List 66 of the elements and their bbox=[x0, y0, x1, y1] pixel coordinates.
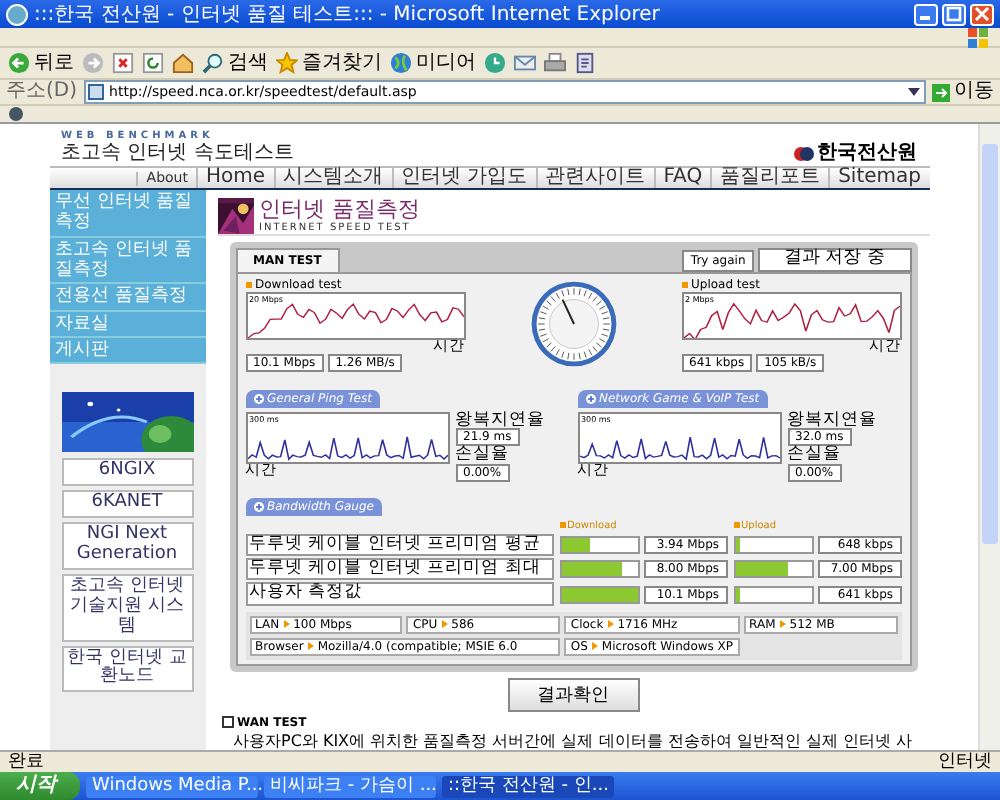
taskbar-button[interactable]: 비씨파크 - 가슴이 ... bbox=[264, 775, 436, 797]
back-icon bbox=[8, 52, 30, 74]
taskbar-button[interactable]: Windows Media P... bbox=[86, 775, 258, 797]
banner-link[interactable]: 초고속 인터넷 기술지원 시스템 bbox=[61, 573, 193, 642]
status-text: 완료 bbox=[8, 753, 44, 771]
org-name: 한국전산원 bbox=[817, 144, 917, 164]
latency-label: 왕복지연율 bbox=[455, 411, 545, 429]
site-title: 초고속 인터넷 속도테스트 bbox=[61, 142, 294, 164]
org-logo-icon bbox=[793, 146, 813, 162]
close-icon bbox=[974, 6, 990, 22]
stop-icon bbox=[112, 52, 134, 74]
edit-button[interactable] bbox=[574, 52, 596, 74]
print-button[interactable] bbox=[544, 52, 566, 74]
taskbar-button[interactable]: ::한국 전산원 - 인... bbox=[442, 775, 614, 797]
printer-icon bbox=[544, 52, 566, 74]
maximize-icon bbox=[946, 6, 962, 22]
mail-button[interactable] bbox=[514, 52, 536, 74]
banner-link[interactable]: 6KANET bbox=[61, 490, 193, 519]
back-button[interactable]: 뒤로 bbox=[8, 52, 74, 74]
close-button[interactable] bbox=[970, 3, 994, 25]
window-title: :::한국 전산원 - 인터넷 품질 테스트::: - Microsoft Internet Explorer bbox=[34, 2, 662, 28]
scrollbar[interactable] bbox=[978, 124, 1000, 750]
search-button[interactable]: 검색 bbox=[202, 52, 268, 74]
favorites-button[interactable]: 즐겨찾기 bbox=[276, 52, 382, 74]
refresh-icon bbox=[142, 52, 164, 74]
page-icon bbox=[87, 84, 104, 100]
clock-icon bbox=[484, 52, 506, 74]
refresh-button[interactable] bbox=[142, 52, 164, 74]
zone-label: 인터넷 bbox=[938, 753, 992, 771]
star-icon bbox=[276, 52, 298, 74]
minimize-button[interactable] bbox=[914, 3, 938, 25]
document-icon bbox=[574, 52, 596, 74]
result-button[interactable]: 결과확인 bbox=[507, 677, 639, 712]
description-text: 사용자PC와 KIX에 위치한 품질측정 서버간에 실제 데이터를 전송하여 일반적인 실제 인터넷 사 bbox=[233, 731, 914, 750]
bullet-icon bbox=[221, 716, 233, 729]
address-label: 주소(D) bbox=[6, 82, 78, 102]
plus-icon bbox=[253, 501, 263, 512]
loss-label: 손실율 bbox=[787, 446, 841, 464]
loss-label: 손실율 bbox=[455, 446, 509, 464]
banner-link[interactable]: 한국 인터넷 교환노드 bbox=[61, 645, 193, 693]
maximize-button[interactable] bbox=[942, 3, 966, 25]
windows-flag-icon bbox=[968, 28, 988, 48]
media-button[interactable]: 미디어 bbox=[390, 52, 476, 74]
history-button[interactable] bbox=[484, 52, 506, 74]
plus-icon bbox=[253, 393, 263, 404]
forward-icon bbox=[82, 52, 104, 74]
status-field: 결과 저장 중 bbox=[757, 248, 911, 272]
house-icon bbox=[172, 52, 194, 74]
row-label: 두루넷 케이블 인터넷 프리미엄 평균 bbox=[245, 533, 553, 557]
dropdown-icon bbox=[906, 84, 922, 100]
go-button[interactable]: 이동 bbox=[932, 82, 994, 102]
globe-icon bbox=[390, 52, 412, 74]
banner-link[interactable]: 6NGIX bbox=[61, 458, 193, 487]
home-button[interactable] bbox=[172, 52, 194, 74]
latency-label: 왕복지연율 bbox=[787, 411, 877, 429]
stop-button[interactable] bbox=[112, 52, 134, 74]
row-label: 사용자 측정값 bbox=[245, 582, 553, 606]
browser-icon bbox=[6, 3, 28, 25]
envelope-icon bbox=[514, 52, 536, 74]
arrow-icon bbox=[932, 83, 950, 101]
speed-dial-drawing bbox=[529, 280, 617, 369]
page-title: 인터넷 품질측정 bbox=[259, 197, 420, 222]
banner-link[interactable]: NGI Next Generation bbox=[61, 522, 193, 570]
row-label: 두루넷 케이블 인터넷 프리미엄 최대 bbox=[245, 558, 553, 581]
search-icon bbox=[202, 52, 224, 74]
plus-icon bbox=[585, 393, 595, 404]
